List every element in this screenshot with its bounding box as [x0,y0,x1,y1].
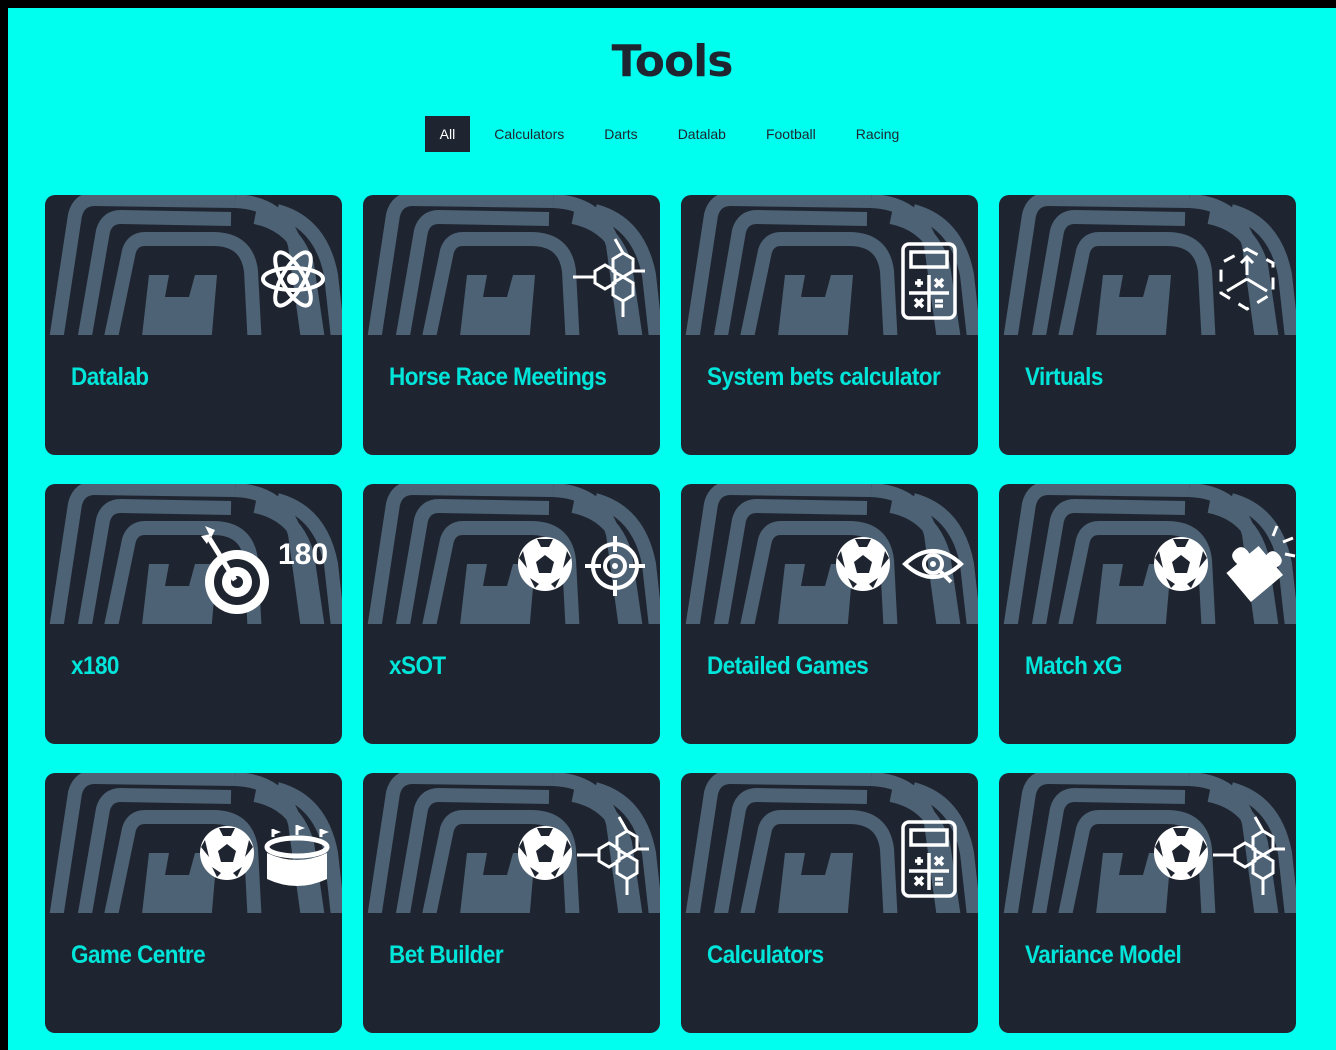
tool-title: Bet Builder [389,941,504,969]
tool-card-detailed-games[interactable]: Detailed Games [681,484,978,744]
card-banner [1003,484,1296,624]
tool-card-game-centre[interactable]: Game Centre [45,773,342,1033]
card-banner [367,195,660,335]
svg-text:180: 180 [278,538,328,571]
card-watermark [49,773,342,913]
card-banner [367,773,660,913]
card-banner [49,773,342,913]
180-badge: 180 [278,538,328,571]
card-banner [1003,773,1296,913]
tool-title: xSOT [389,652,446,680]
tool-title: Calculators [707,941,824,969]
tool-title: x180 [71,652,119,680]
football-icon [1154,826,1208,880]
filter-calculators[interactable]: Calculators [474,116,584,152]
tool-title: System bets calculator [707,363,941,391]
tool-card-x180[interactable]: 180 x180 [45,484,342,744]
filter-racing[interactable]: Racing [836,116,920,152]
tool-card-horse-race-meetings[interactable]: Horse Race Meetings [363,195,660,455]
card-banner [685,484,978,624]
card-banner: 180 [49,484,342,624]
card-banner [685,195,978,335]
tool-title: Datalab [71,363,149,391]
filter-datalab[interactable]: Datalab [658,116,746,152]
card-banner [1003,195,1296,335]
tools-page: Tools All Calculators Darts Datalab Foot… [8,8,1336,1050]
tool-title: Virtuals [1025,363,1103,391]
tool-card-system-bets-calculator[interactable]: System bets calculator [681,195,978,455]
filter-football[interactable]: Football [746,116,836,152]
tools-grid: Datalab Horse Race Meetings System bets … [45,195,1296,1033]
stadium-icon [264,825,330,886]
card-banner [49,195,342,335]
card-banner [685,773,978,913]
football-icon [200,826,254,880]
tool-title: Game Centre [71,941,206,969]
tool-card-virtuals[interactable]: Virtuals [999,195,1296,455]
tool-title: Detailed Games [707,652,869,680]
football-icon [518,537,572,591]
tool-card-variance-model[interactable]: Variance Model [999,773,1296,1033]
tool-card-bet-builder[interactable]: Bet Builder [363,773,660,1033]
football-icon [518,826,572,880]
tool-card-match-xg[interactable]: Match xG [999,484,1296,744]
football-icon [836,537,890,591]
tool-card-datalab[interactable]: Datalab [45,195,342,455]
tool-title: Match xG [1025,652,1122,680]
filter-tabs: All Calculators Darts Datalab Football R… [8,116,1336,152]
football-icon [1154,537,1208,591]
tool-title: Variance Model [1025,941,1182,969]
card-banner [367,484,660,624]
filter-all[interactable]: All [424,116,471,152]
tool-title: Horse Race Meetings [389,363,607,391]
card-watermark [1003,195,1296,335]
page-title: Tools [611,36,734,87]
filter-darts[interactable]: Darts [584,116,657,152]
tool-card-calculators[interactable]: Calculators [681,773,978,1033]
tool-card-xsot[interactable]: xSOT [363,484,660,744]
